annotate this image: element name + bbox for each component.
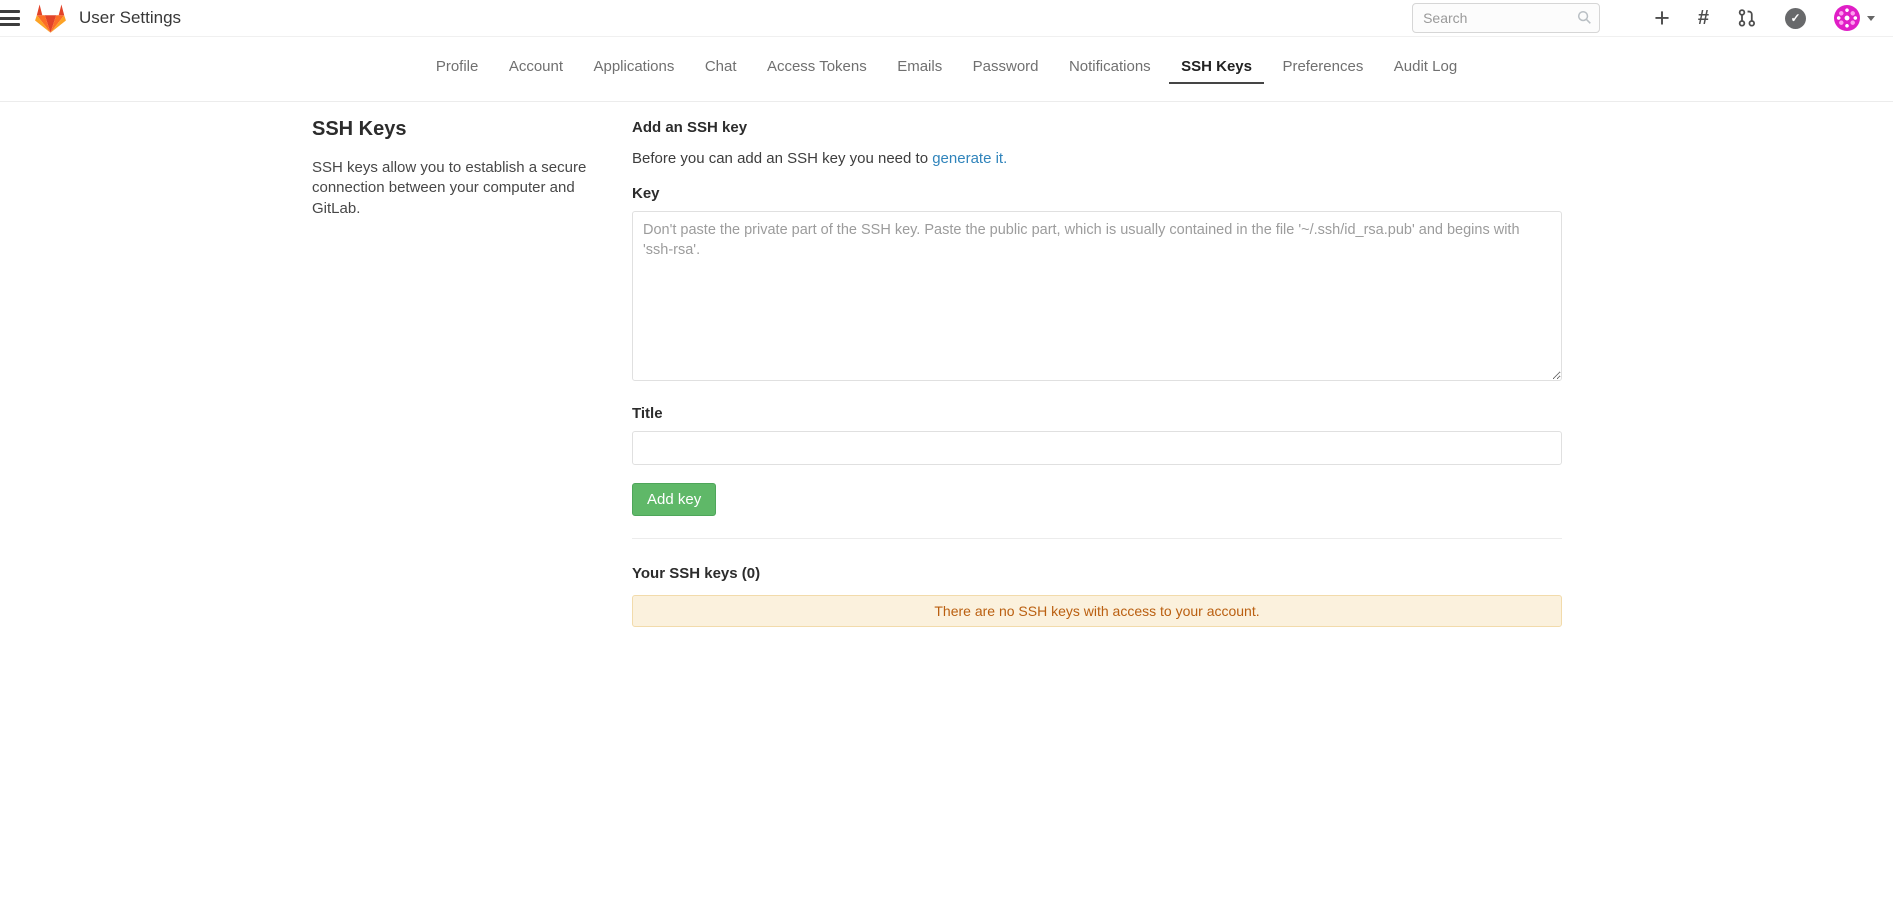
title-input[interactable] bbox=[632, 431, 1562, 465]
tab-emails[interactable]: Emails bbox=[885, 49, 954, 84]
key-field-label: Key bbox=[632, 185, 1562, 202]
generate-key-hint-text: Before you can add an SSH key you need t… bbox=[632, 150, 932, 167]
hash-icon[interactable]: # bbox=[1698, 3, 1709, 33]
section-heading: SSH Keys bbox=[312, 118, 590, 141]
tab-chat[interactable]: Chat bbox=[693, 49, 749, 84]
tab-notifications[interactable]: Notifications bbox=[1057, 49, 1163, 84]
search-icon bbox=[1577, 10, 1592, 25]
navbar-icons: + # ✓ bbox=[1626, 3, 1806, 33]
tab-audit-log[interactable]: Audit Log bbox=[1382, 49, 1469, 84]
page-title: User Settings bbox=[79, 8, 181, 28]
hamburger-menu-icon[interactable] bbox=[0, 10, 20, 26]
title-field-label: Title bbox=[632, 405, 1562, 422]
tab-profile[interactable]: Profile bbox=[424, 49, 491, 84]
ssh-key-form-area: Add an SSH key Before you can add an SSH… bbox=[632, 110, 1562, 627]
tab-password[interactable]: Password bbox=[961, 49, 1051, 84]
search-container bbox=[1412, 3, 1600, 33]
tab-preferences[interactable]: Preferences bbox=[1270, 49, 1375, 84]
check-circle-icon[interactable]: ✓ bbox=[1785, 3, 1806, 33]
tab-access-tokens[interactable]: Access Tokens bbox=[755, 49, 879, 84]
section-description: SSH Keys SSH keys allow you to establish… bbox=[312, 110, 590, 627]
search-input[interactable] bbox=[1412, 3, 1600, 33]
your-ssh-keys-heading: Your SSH keys (0) bbox=[632, 565, 1562, 582]
plus-icon[interactable]: + bbox=[1654, 3, 1670, 33]
add-ssh-key-heading: Add an SSH key bbox=[632, 119, 1562, 136]
title-field-group: Title bbox=[632, 405, 1562, 465]
user-avatar[interactable] bbox=[1834, 5, 1860, 31]
form-divider bbox=[632, 538, 1562, 539]
add-key-button[interactable]: Add key bbox=[632, 483, 716, 516]
chevron-down-icon[interactable] bbox=[1867, 16, 1875, 21]
tab-account[interactable]: Account bbox=[497, 49, 575, 84]
tab-applications[interactable]: Applications bbox=[581, 49, 686, 84]
settings-tabs: Profile Account Applications Chat Access… bbox=[0, 37, 1893, 102]
generate-key-hint: Before you can add an SSH key you need t… bbox=[632, 150, 1562, 167]
top-navbar: User Settings + # ✓ bbox=[0, 0, 1893, 37]
main-content: SSH Keys SSH keys allow you to establish… bbox=[0, 102, 1893, 627]
merge-request-icon[interactable] bbox=[1737, 3, 1757, 33]
generate-it-link[interactable]: generate it. bbox=[932, 150, 1007, 167]
tab-ssh-keys[interactable]: SSH Keys bbox=[1169, 49, 1264, 84]
gitlab-tanuki-logo[interactable] bbox=[35, 4, 66, 33]
ssh-key-textarea[interactable] bbox=[632, 211, 1562, 381]
no-keys-alert: There are no SSH keys with access to you… bbox=[632, 595, 1562, 627]
section-description-text: SSH keys allow you to establish a secure… bbox=[312, 158, 590, 219]
